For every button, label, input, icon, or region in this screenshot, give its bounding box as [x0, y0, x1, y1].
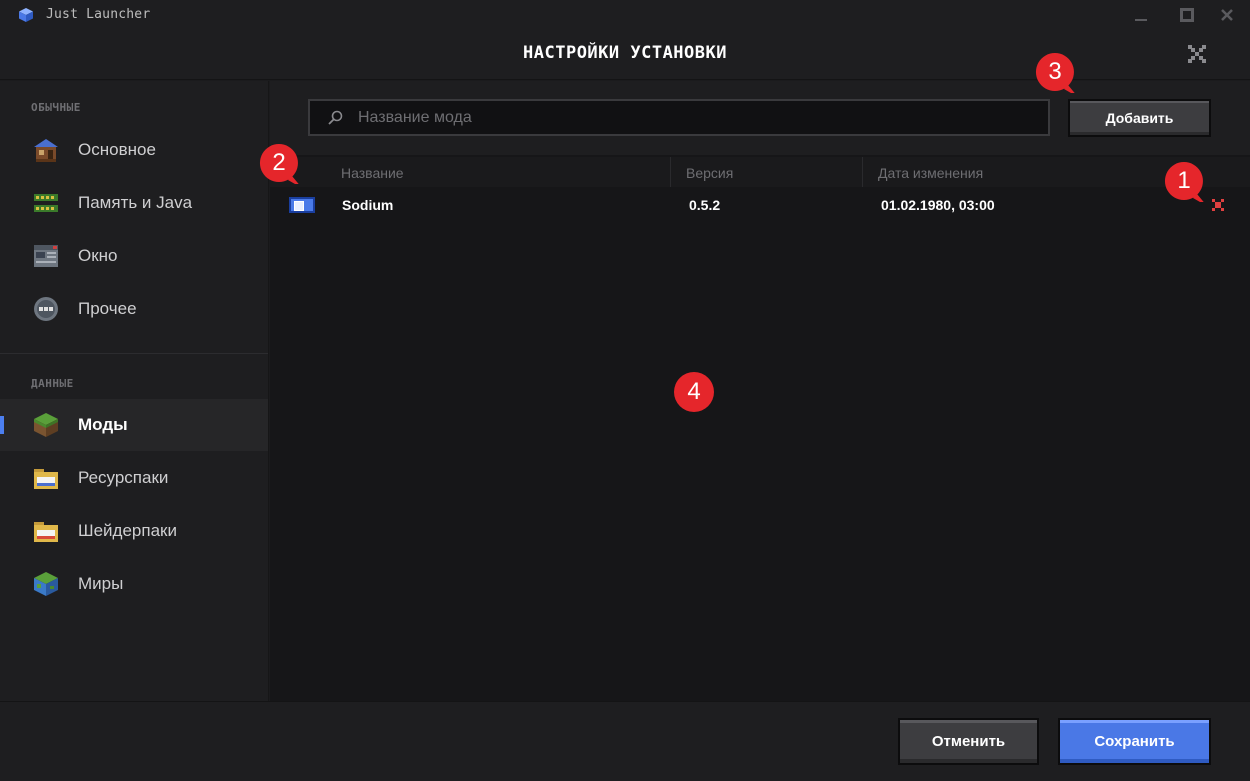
column-separator: [862, 157, 863, 187]
save-button[interactable]: Сохранить: [1058, 718, 1211, 765]
sidebar-item-general[interactable]: Основное: [0, 124, 268, 176]
column-header-version[interactable]: Версия: [686, 165, 733, 181]
sidebar-item-resourcepacks[interactable]: Ресурспаки: [0, 452, 268, 504]
sidebar-item-label: Ресурспаки: [78, 468, 169, 487]
annotation-number: 2: [272, 149, 286, 176]
sidebar-item-other[interactable]: Прочее: [0, 283, 268, 335]
globe-icon: [34, 572, 58, 596]
delete-mod-icon[interactable]: [1211, 198, 1225, 212]
sidebar-item-label: Основное: [78, 140, 156, 159]
section-title-general: ОБЫЧНЫЕ: [31, 101, 81, 114]
sidebar-item-label: Шейдерпаки: [78, 521, 177, 540]
cancel-button[interactable]: Отменить: [898, 718, 1039, 765]
close-icon: [1221, 9, 1233, 21]
window-title: Just Launcher: [46, 7, 151, 22]
mod-modified-date: 01.02.1980, 03:00: [881, 197, 995, 213]
sidebar-item-label: Прочее: [78, 299, 137, 318]
sidebar-item-label: Миры: [78, 574, 124, 593]
annotation-marker-1: 1: [1163, 160, 1207, 206]
search-box[interactable]: [308, 99, 1050, 136]
column-header-name[interactable]: Название: [341, 165, 404, 181]
app-cube-icon: [19, 8, 33, 22]
annotation-marker-2: 2: [258, 142, 302, 188]
more-icon: [34, 297, 58, 321]
mods-toolbar: Добавить: [270, 81, 1250, 155]
maximize-icon: [1180, 8, 1194, 22]
annotation-number: 1: [1177, 167, 1191, 194]
dialog-close-icon[interactable]: [1186, 43, 1208, 65]
annotation-number: 4: [687, 378, 701, 405]
sidebar-item-shaderpacks[interactable]: Шейдерпаки: [0, 505, 268, 557]
mods-panel: Добавить Название Версия Дата изменения …: [270, 81, 1250, 701]
window-icon: [34, 245, 58, 267]
title-bar: Just Launcher: [0, 0, 1250, 30]
sidebar-item-label: Моды: [78, 415, 128, 434]
sidebar-item-mods[interactable]: Моды: [0, 399, 268, 451]
house-icon: [34, 139, 58, 162]
annotation-marker-4: 4: [673, 371, 715, 413]
sidebar-item-label: Окно: [78, 246, 118, 265]
annotation-marker-3: 3: [1034, 51, 1078, 97]
minimize-button[interactable]: [1118, 0, 1164, 30]
dialog-footer: Отменить Сохранить: [0, 701, 1250, 781]
folder-icon: [34, 469, 58, 489]
active-indicator: [0, 416, 4, 434]
mod-enabled-checkbox[interactable]: [289, 197, 315, 213]
search-icon: [328, 110, 343, 125]
column-separator: [670, 157, 671, 187]
sidebar-item-memory-java[interactable]: Память и Java: [0, 177, 268, 229]
section-title-data: ДАННЫЕ: [31, 377, 74, 390]
memory-icon: [34, 194, 58, 212]
add-mod-button[interactable]: Добавить: [1068, 99, 1211, 137]
table-header: Название Версия Дата изменения: [270, 157, 1250, 187]
mod-name: Sodium: [342, 197, 394, 213]
mod-version: 0.5.2: [689, 197, 721, 213]
folder-red-icon: [34, 522, 58, 542]
sidebar-item-label: Память и Java: [78, 193, 193, 212]
search-input[interactable]: [358, 108, 1038, 128]
sidebar-divider: [0, 353, 268, 354]
minimize-icon: [1135, 19, 1147, 21]
sidebar-item-window[interactable]: Окно: [0, 230, 268, 282]
grass-block-icon: [34, 413, 58, 437]
table-row[interactable]: Sodium 0.5.2 01.02.1980, 03:00: [270, 189, 1250, 219]
annotation-number: 3: [1048, 58, 1062, 85]
sidebar: ОБЫЧНЫЕ Основное Память и Java Окно Проч…: [0, 81, 269, 701]
close-window-button[interactable]: [1204, 0, 1250, 30]
sidebar-item-worlds[interactable]: Миры: [0, 558, 268, 610]
column-header-modified[interactable]: Дата изменения: [878, 165, 983, 181]
